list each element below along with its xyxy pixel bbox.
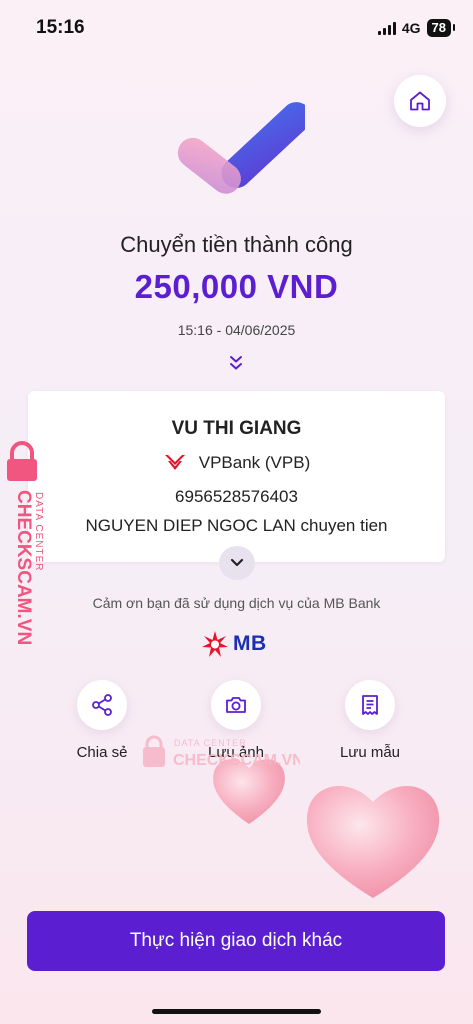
status-indicators: 4G 78 [377,19,456,37]
mb-logo-text: MB [233,632,267,655]
transfer-datetime: 15:16 - 04/06/2025 [177,322,296,338]
home-indicator [152,1009,321,1014]
watermark-top-text: DATA CENTER [33,492,44,572]
thank-you-text: Cảm ơn bạn đã sử dụng dịch vụ của MB Ban… [92,595,381,611]
new-transaction-button[interactable]: Thực hiện giao dịch khác [27,911,445,971]
share-icon [92,694,112,716]
recipient-name: VU THI GIANG [171,418,302,439]
receipt-icon [362,695,378,715]
success-check-icon [177,102,305,194]
transfer-message: NGUYEN DIEP NGOC LAN chuyen tien [85,516,388,535]
watermark-center-main: CHECKSCAM.VN [173,752,300,769]
signal-icon [377,21,396,35]
battery-icon: 78 [426,19,456,37]
status-time: 15:16 [36,17,85,38]
mb-bank-logo: MB [201,630,267,658]
save-template-button[interactable] [345,680,395,730]
share-button[interactable] [77,680,127,730]
watermark-main-text: CHECKSCAM.VN [13,490,34,645]
double-chevron-down-icon [230,356,242,370]
mb-star-icon [202,631,228,657]
save-template-action[interactable]: Lưu mẫu [320,680,420,761]
heart-large-decoration [306,786,440,898]
success-title: Chuyển tiền thành công [120,232,353,257]
camera-icon [226,697,246,713]
save-image-button[interactable] [211,680,261,730]
share-action[interactable]: Chia sẻ [52,680,152,761]
recipient-bank: VPBank (VPB) [28,453,445,473]
checkscam-watermark-center: DATA CENTER CHECKSCAM.VN [143,735,300,769]
transfer-details-card: VU THI GIANG VPBank (VPB) 6956528576403 … [28,391,445,562]
status-bar: 15:16 4G 78 [0,0,473,56]
bank-name: VPBank (VPB) [198,453,311,472]
transfer-amount: 250,000 VND [134,268,339,305]
share-label: Chia sẻ [76,744,128,761]
account-number: 6956528576403 [175,487,298,506]
vpbank-logo-icon [164,455,185,470]
home-button[interactable] [394,75,446,127]
chevron-down-icon [230,558,244,567]
network-type: 4G [401,20,421,36]
expand-details-button[interactable] [219,546,255,580]
watermark-center-top: DATA CENTER [174,738,247,748]
home-icon [410,91,430,111]
checkscam-watermark-side: CHECKSCAM.VN DATA CENTER [7,441,44,645]
save-template-label: Lưu mẫu [339,744,401,761]
